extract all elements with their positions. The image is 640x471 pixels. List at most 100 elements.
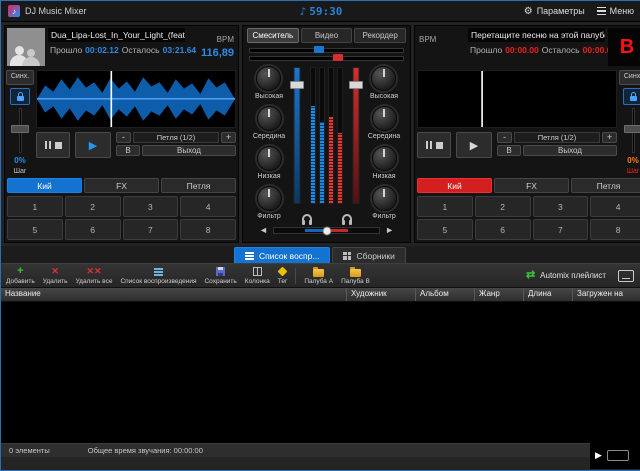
automix-label[interactable]: Automix плейлист [540, 271, 606, 280]
headphone-cue-row [291, 207, 362, 225]
crossfader-right-icon[interactable]: ► [385, 226, 394, 235]
deck-a-pad-3[interactable]: 3 [122, 196, 179, 217]
gain-handle[interactable] [332, 53, 343, 61]
deck-b-tab-fx[interactable]: FX [494, 178, 569, 193]
headphones-icon[interactable] [341, 214, 352, 225]
deck-b-tab-loop[interactable]: Петля [571, 178, 640, 193]
settings-button[interactable]: ⚙ Параметры [524, 6, 585, 17]
fader-handle[interactable] [349, 80, 363, 89]
deck-a-tab-cue[interactable]: Кий [7, 178, 82, 193]
deck-a-loop-label: Петля (1/2) [133, 132, 219, 143]
automix-shuffle-icon[interactable]: ⇄ [526, 270, 535, 281]
deck-a-load-button[interactable]: Палуба A [304, 266, 333, 285]
deck-a-pad-6[interactable]: 6 [64, 219, 121, 240]
tag-button[interactable]: Тег [277, 266, 288, 285]
column-header-title[interactable]: Название [1, 288, 347, 301]
deck-b-high-knob[interactable] [371, 66, 397, 91]
deck-a-pad-8[interactable]: 8 [180, 219, 236, 240]
deck-b-low-knob[interactable] [371, 146, 397, 171]
deck-a-loop-minus-button[interactable]: - [116, 132, 131, 143]
deck-b-pad-4[interactable]: 4 [590, 196, 640, 217]
add-button[interactable]: + Добавить [6, 266, 35, 285]
deck-a-tab-fx[interactable]: FX [84, 178, 159, 193]
deck-b-load-button[interactable]: Палуба B [341, 266, 370, 285]
deck-a-gain-slider[interactable] [249, 45, 404, 54]
save-button[interactable]: Сохранить [204, 267, 237, 285]
deck-b-mid-knob[interactable] [371, 106, 397, 131]
deck-a-loop-out-button[interactable]: Выход [142, 145, 236, 156]
deck-b-pad-3[interactable]: 3 [532, 196, 589, 217]
deck-b-volume-fader[interactable] [349, 67, 363, 204]
deck-a-pitch-slider[interactable] [7, 108, 33, 153]
deck-b-play-button[interactable]: ▶ [456, 132, 492, 158]
tab-playlist[interactable]: Список воспр... [234, 247, 331, 263]
deck-a-keylock-button[interactable] [10, 88, 30, 105]
crossfader-left-icon[interactable]: ◄ [259, 226, 268, 235]
deck-b-pad-7[interactable]: 7 [532, 219, 589, 240]
deck-b-tab-cue[interactable]: Кий [417, 178, 492, 193]
deck-a-pad-2[interactable]: 2 [64, 196, 121, 217]
deck-a-pad-1[interactable]: 1 [7, 196, 63, 217]
tab-collections[interactable]: Сборники [332, 247, 406, 263]
deck-a-loop-in-button[interactable]: В [116, 145, 140, 156]
deck-a-play-button[interactable]: ▶ [75, 132, 111, 158]
deck-a-high-knob[interactable] [256, 66, 282, 91]
crossfader-handle[interactable] [322, 226, 331, 235]
deck-a-tab-loop[interactable]: Петля [161, 178, 236, 193]
preview-play-icon[interactable]: ▶ [595, 451, 602, 460]
deck-b-pad-5[interactable]: 5 [417, 219, 473, 240]
headphones-icon[interactable] [301, 214, 312, 225]
deck-b-pad-1[interactable]: 1 [417, 196, 473, 217]
deck-a-mid-knob[interactable] [256, 106, 282, 131]
column-header-genre[interactable]: Жанр [475, 288, 524, 301]
mixer-tab-mixer[interactable]: Смеситель [247, 28, 299, 43]
deck-a-waveform[interactable] [36, 70, 236, 128]
menu-button[interactable]: Меню [596, 6, 634, 16]
deck-a-filter-knob[interactable] [256, 186, 282, 211]
playlist-list-area[interactable] [1, 302, 640, 443]
pitch-slider-handle[interactable] [624, 125, 640, 134]
deck-b-loop-out-button[interactable]: Выход [523, 145, 617, 156]
delete-all-button[interactable]: ✕✕ Удалить все [76, 267, 113, 285]
video-screen-icon[interactable] [618, 269, 634, 282]
app-window: ♪ DJ Music Mixer ♪ 59:30 ⚙ Параметры Мен… [0, 0, 640, 471]
deck-b-pad-6[interactable]: 6 [474, 219, 531, 240]
deck-b-keylock-button[interactable] [623, 88, 640, 105]
mixer-tab-recorder[interactable]: Рекордер [354, 28, 407, 43]
column-header-artist[interactable]: Художник [347, 288, 416, 301]
column-header-loaded[interactable]: Загружен на [573, 288, 640, 301]
pitch-slider-handle[interactable] [11, 125, 29, 134]
deck-a-sync-button[interactable]: Синх. [6, 70, 34, 85]
deck-a-low-knob[interactable] [256, 146, 282, 171]
deck-a-pause-stop-button[interactable] [36, 132, 70, 158]
deck-b-loop-in-button[interactable]: В [497, 145, 521, 156]
deck-b-gain-slider[interactable] [249, 53, 404, 62]
deck-b-filter-knob[interactable] [371, 186, 397, 211]
column-header-album[interactable]: Альбом [416, 288, 475, 301]
deck-b-pad-2[interactable]: 2 [474, 196, 531, 217]
crossfader[interactable] [272, 226, 381, 235]
deck-b-waveform[interactable] [417, 70, 617, 128]
column-header-length[interactable]: Длина [524, 288, 573, 301]
deck-b-loop-minus-button[interactable]: - [497, 132, 512, 143]
deck-a-pad-5[interactable]: 5 [7, 219, 63, 240]
deck-a-volume-fader[interactable] [290, 67, 304, 204]
deck-b-sync-button[interactable]: Синх. [619, 70, 640, 85]
deck-b-pad-8[interactable]: 8 [590, 219, 640, 240]
delete-button[interactable]: ✕ Удалить [43, 267, 68, 285]
deck-section: Dua_Lipa-Lost_In_Your_Light_(feat._Migue… [1, 22, 640, 246]
mixer-tab-video[interactable]: Видео [300, 28, 353, 43]
playlist-menu-button[interactable]: Список воспроизведения [120, 267, 196, 285]
deck-a-pad-4[interactable]: 4 [180, 196, 236, 217]
deck-a-loop-plus-button[interactable]: + [221, 132, 236, 143]
deck-b-pitch-slider[interactable] [620, 108, 640, 153]
gain-handle[interactable] [314, 45, 325, 53]
deck-b-pause-stop-button[interactable] [417, 132, 451, 158]
deck-b-transport: ▶ - Петля (1/2) + В Выход [417, 132, 617, 158]
column-button[interactable]: Колонка [245, 267, 270, 285]
fader-handle[interactable] [290, 80, 304, 89]
deck-b-loop-plus-button[interactable]: + [602, 132, 617, 143]
vu-meter-a-left [310, 67, 316, 204]
deck-a-pad-7[interactable]: 7 [122, 219, 179, 240]
tag-label: Тег [277, 277, 288, 285]
